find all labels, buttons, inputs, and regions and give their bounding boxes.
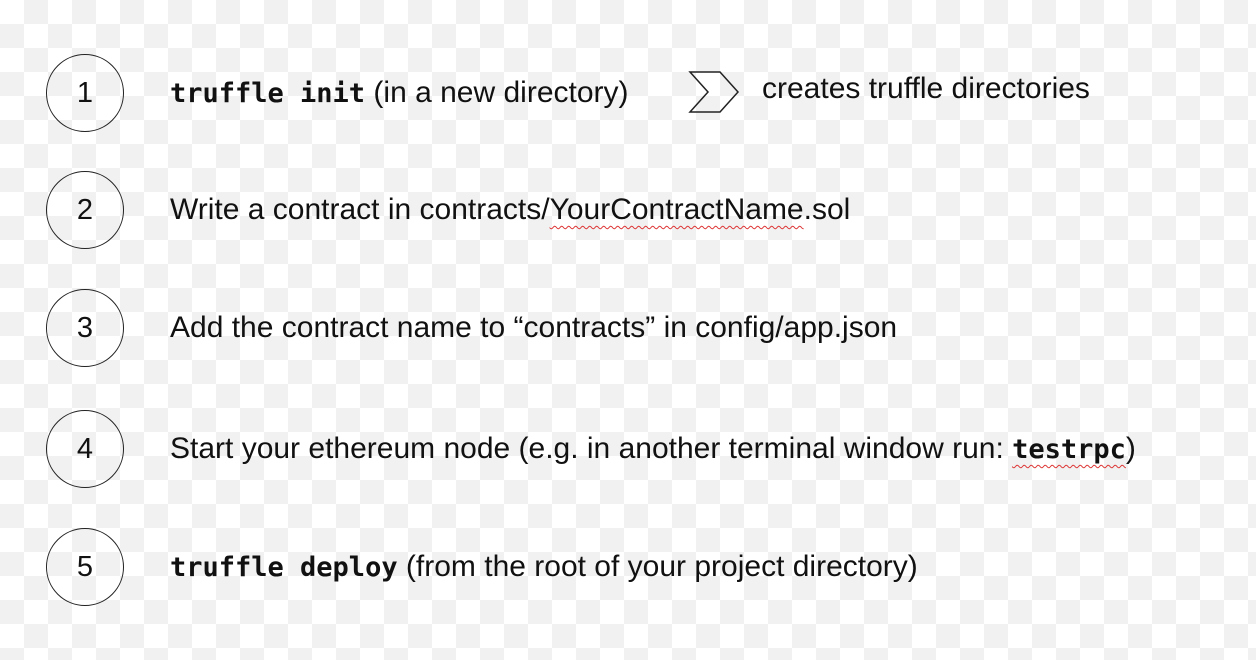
step-4-text-after: ) — [1125, 432, 1136, 465]
step-1-text: truffle init (in a new directory) — [170, 73, 629, 114]
step-2: 2 Write a contract in contracts/YourCont… — [0, 171, 1256, 251]
command-testrpc: testrpc — [1012, 434, 1126, 465]
step-2-text-after: .sol — [803, 193, 851, 226]
spellcheck-underlined-word: YourContractName — [549, 193, 804, 226]
step-3-text: Add the contract name to “contracts” in … — [170, 311, 898, 344]
step-2-text-before: Write a contract in contracts/ — [170, 193, 550, 226]
step-4-text: Start your ethereum node (e.g. in anothe… — [170, 429, 1136, 470]
command-truffle-init: truffle init — [170, 78, 366, 109]
step-5-text: truffle deploy (from the root of your pr… — [170, 547, 918, 588]
step-1-result: creates truffle directories — [762, 72, 1090, 105]
command-truffle-deploy: truffle deploy — [170, 552, 398, 583]
step-number-badge: 2 — [46, 171, 124, 249]
step-1-description: (in a new directory) — [365, 76, 629, 109]
step-number-badge: 1 — [46, 54, 124, 132]
step-1: 1 truffle init (in a new directory) crea… — [0, 54, 1256, 134]
step-number-badge: 4 — [46, 410, 124, 488]
step-number-badge: 5 — [46, 528, 124, 606]
step-number-badge: 3 — [46, 289, 124, 367]
chevron-right-icon — [688, 71, 740, 113]
step-2-text: Write a contract in contracts/YourContra… — [170, 190, 850, 230]
step-4-text-before: Start your ethereum node (e.g. in anothe… — [170, 432, 1013, 465]
step-5-description: (from the root of your project directory… — [397, 550, 918, 583]
step-3: 3 Add the contract name to “contracts” i… — [0, 289, 1256, 369]
step-4: 4 Start your ethereum node (e.g. in anot… — [0, 410, 1256, 490]
step-5: 5 truffle deploy (from the root of your … — [0, 528, 1256, 608]
